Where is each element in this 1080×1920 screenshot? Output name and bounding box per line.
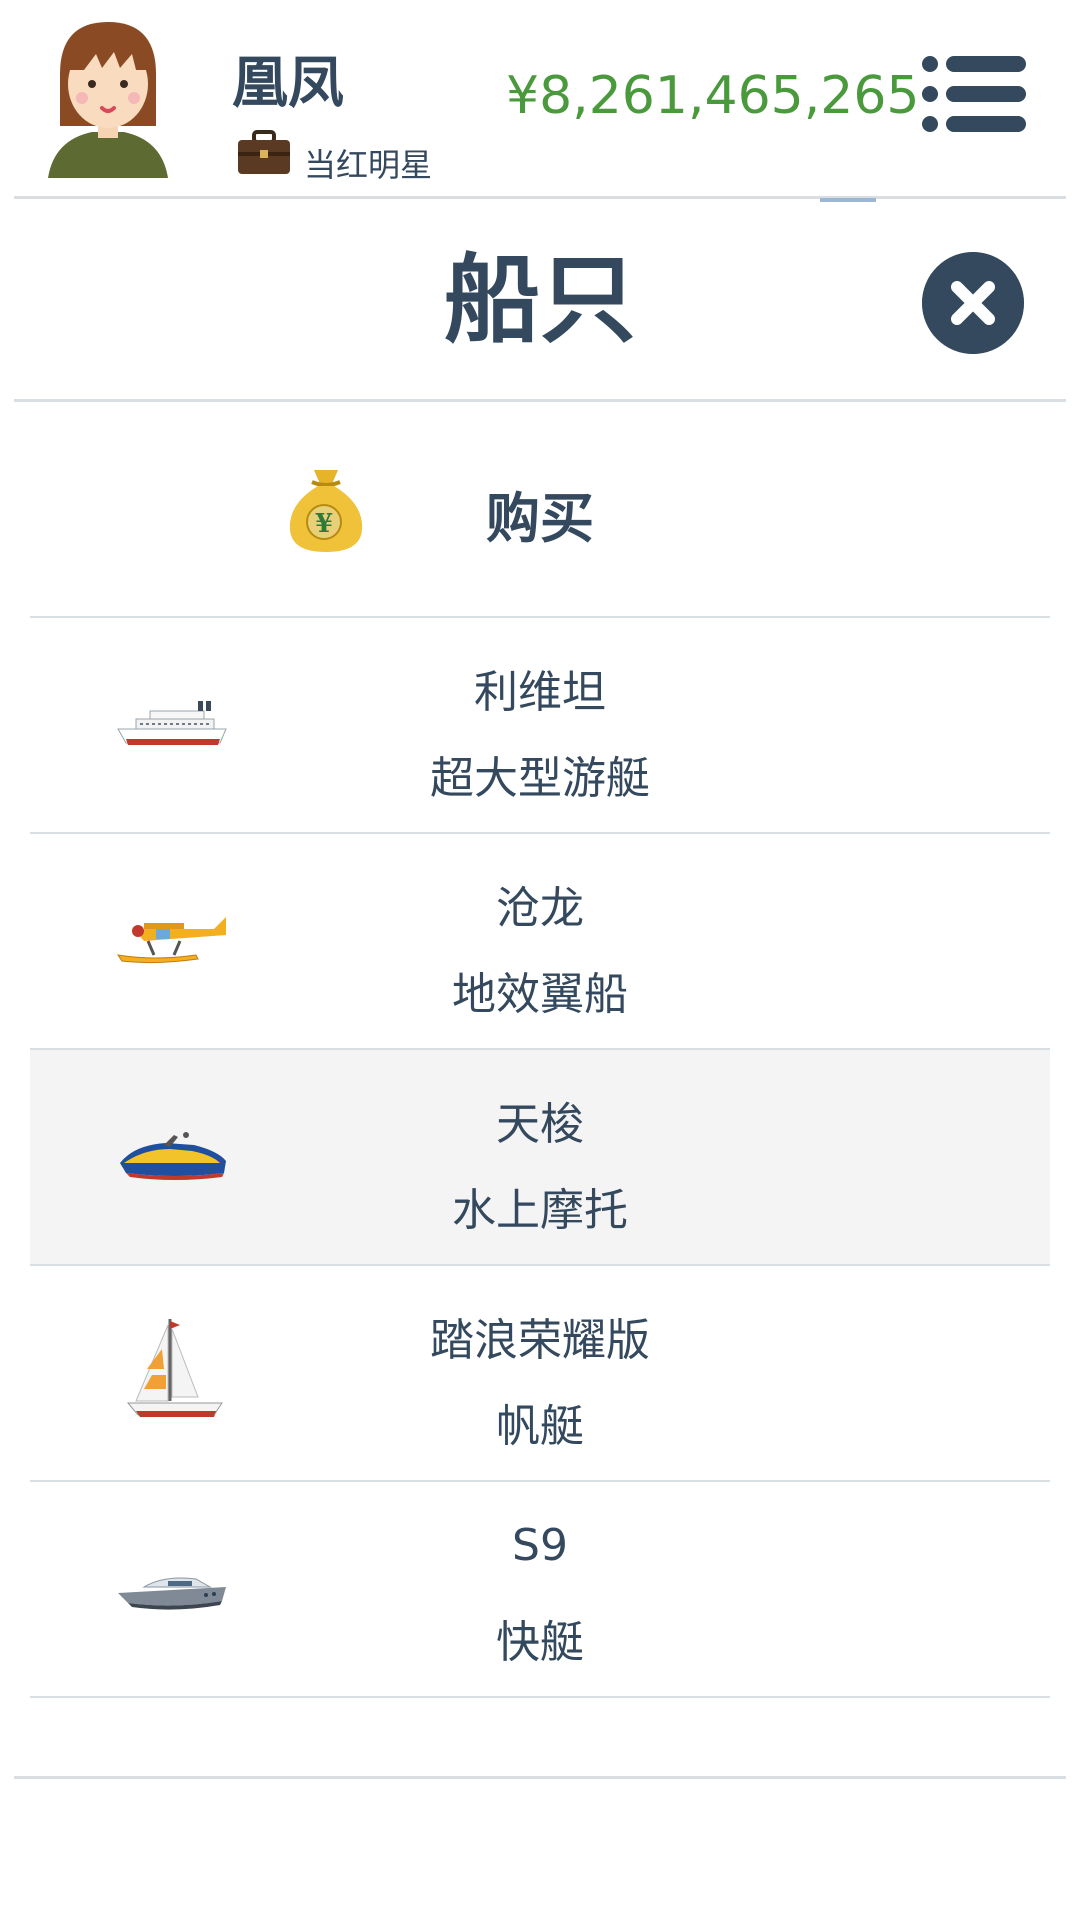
- buy-button[interactable]: ¥ 购买: [30, 402, 1050, 618]
- player-avatar[interactable]: [44, 14, 172, 178]
- money-balance: ¥8,261,465,265: [506, 66, 920, 126]
- boat-name: 沧龙: [496, 883, 584, 934]
- boat-item-tiansuo[interactable]: 天梭 水上摩托: [30, 1048, 1050, 1264]
- menu-list-icon[interactable]: [920, 54, 1026, 134]
- boats-screen: 凰凤 当红明星 ¥8,261,465,265 船只 ¥ 购买 利维坦 超大型游艇…: [0, 0, 1080, 1920]
- boat-item-canglong[interactable]: 沧龙 地效翼船: [30, 832, 1050, 1048]
- close-icon[interactable]: [922, 252, 1024, 354]
- player-name: 凰凤: [232, 51, 344, 116]
- header-tab-indicator: [820, 198, 876, 202]
- boat-type: 水上摩托: [452, 1185, 628, 1236]
- buy-label: 购买: [486, 487, 594, 550]
- boat-name: 利维坦: [474, 667, 606, 718]
- header-divider: [14, 196, 1066, 199]
- boat-type: 快艇: [496, 1617, 584, 1668]
- boat-list: 利维坦 超大型游艇 沧龙 地效翼船 天梭 水上摩托 踏浪荣耀版 帆艇 S9 快艇: [30, 616, 1050, 1744]
- modal-title: 船只: [444, 244, 636, 356]
- bottom-divider: [14, 1776, 1066, 1779]
- boat-item-partial[interactable]: [30, 1696, 1050, 1744]
- boat-item-leviathan[interactable]: 利维坦 超大型游艇: [30, 616, 1050, 832]
- boat-name: 踏浪荣耀版: [430, 1315, 650, 1366]
- job-title: 当红明星: [304, 146, 433, 184]
- boat-type: 超大型游艇: [430, 753, 650, 804]
- boat-type: 地效翼船: [452, 969, 628, 1020]
- boat-type: 帆艇: [496, 1401, 584, 1452]
- player-header: 凰凤 当红明星 ¥8,261,465,265: [0, 0, 1080, 196]
- boat-name: S9: [512, 1520, 568, 1571]
- boat-item-s9[interactable]: S9 快艇: [30, 1480, 1050, 1696]
- briefcase-icon: [238, 130, 290, 174]
- boat-name: 天梭: [496, 1099, 584, 1150]
- boat-item-talang[interactable]: 踏浪荣耀版 帆艇: [30, 1264, 1050, 1480]
